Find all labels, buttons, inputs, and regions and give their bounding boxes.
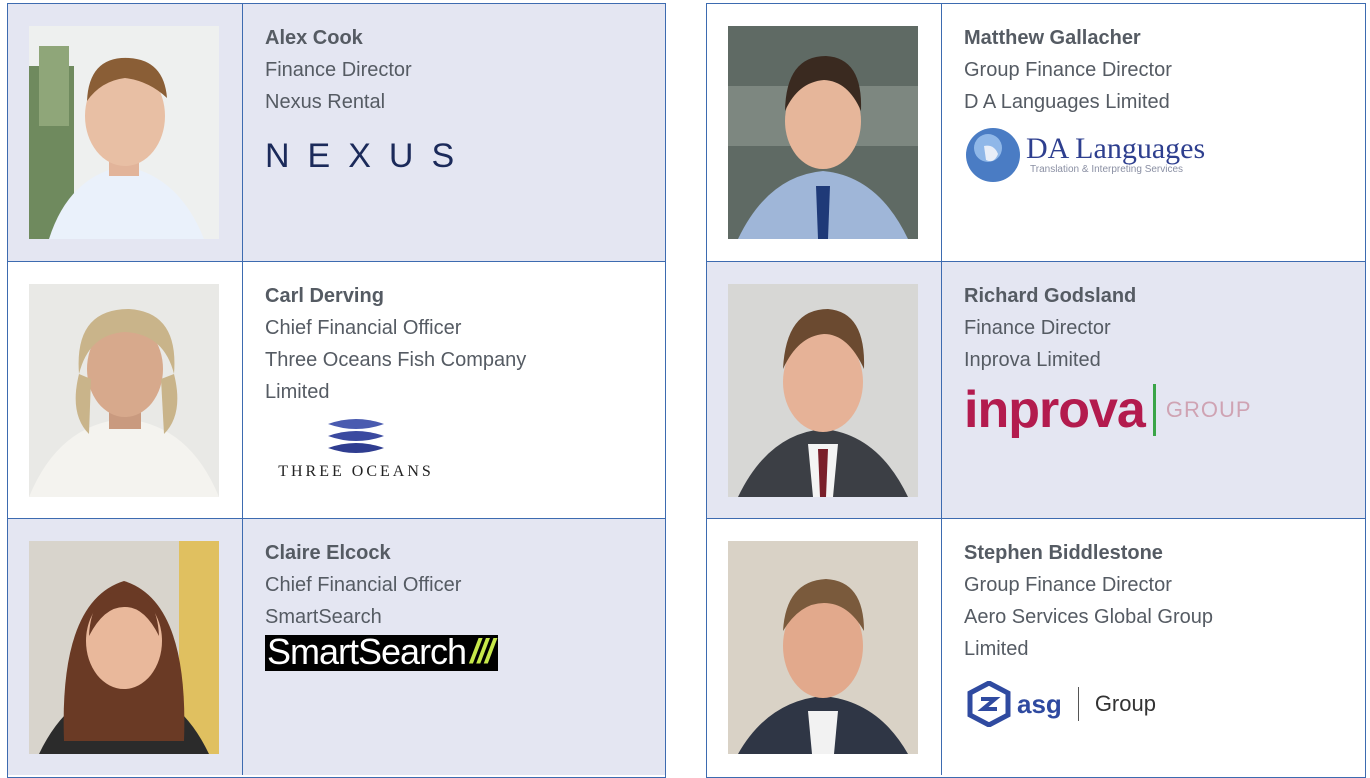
person-company: Nexus Rental [265,91,386,113]
person-title: Finance Director [964,317,1111,339]
inprova-logo-subtext: GROUP [1165,397,1252,422]
asg-logo-text: asg [1017,688,1062,719]
person-card: Richard Godsland Finance Director Inprov… [707,261,1365,518]
person-company: Inprova Limited [964,349,1101,371]
left-column: Alex Cook Finance Director Nexus Rental … [7,3,666,778]
asg-hexagon-icon [967,681,1011,727]
asg-logo-subtext: Group [1094,691,1156,716]
person-photo [728,541,918,754]
da-languages-logo-text: DA Languages [1026,132,1206,165]
person-info: Carl Derving Chief Financial Officer Thr… [243,262,665,518]
person-company: Three Oceans Fish Company [265,349,527,371]
person-photo [29,284,219,497]
inprova-logo-text: inprova [964,381,1146,439]
person-photo [728,284,918,497]
photo-cell [8,4,243,261]
person-name: Carl Derving [265,285,384,307]
person-info: Matthew Gallacher Group Finance Director… [942,4,1365,261]
photo-cell [8,262,243,518]
photo-cell [8,519,243,775]
three-oceans-logo: THREE OCEANS [271,416,441,481]
person-name: Richard Godsland [964,285,1137,307]
person-name: Stephen Biddlestone [964,542,1163,564]
person-company: D A Languages Limited [964,91,1170,113]
person-company-cont: Limited [265,381,330,403]
person-company: SmartSearch [265,606,382,628]
person-name: Claire Elcock [265,542,391,564]
three-oceans-logo-text: THREE OCEANS [278,463,434,480]
person-card: Matthew Gallacher Group Finance Director… [707,4,1365,261]
person-photo [728,26,918,239]
asg-logo: asg Group [967,681,1365,727]
nexus-logo: NEXUS [265,136,473,175]
person-company-cont: Limited [964,638,1029,660]
asg-divider [1077,687,1079,721]
person-title: Group Finance Director [964,574,1172,596]
inprova-divider [1152,384,1156,436]
person-title: Group Finance Director [964,59,1172,81]
da-languages-logo: DA Languages Translation & Interpreting … [964,126,1365,184]
person-name: Matthew Gallacher [964,27,1141,49]
da-languages-logo-subtext: Translation & Interpreting Services [1030,164,1184,175]
person-card: Stephen Biddlestone Group Finance Direct… [707,518,1365,775]
person-title: Chief Financial Officer [265,574,462,596]
person-info: Richard Godsland Finance Director Inprov… [942,262,1365,518]
photo-cell [707,519,942,775]
person-info: Claire Elcock Chief Financial Officer Sm… [243,519,665,775]
right-column: Matthew Gallacher Group Finance Director… [706,3,1366,778]
person-title: Chief Financial Officer [265,317,462,339]
person-card: Alex Cook Finance Director Nexus Rental … [8,4,665,261]
person-name: Alex Cook [265,27,363,49]
person-card: Claire Elcock Chief Financial Officer Sm… [8,518,665,775]
three-oceans-fish-icon [328,419,384,453]
person-company: Aero Services Global Group [964,606,1214,628]
photo-cell [707,4,942,261]
person-photo [29,541,219,754]
smartsearch-logo: SmartSearch /// [265,634,499,671]
person-title: Finance Director [265,59,412,81]
person-photo [29,26,219,239]
person-info: Stephen Biddlestone Group Finance Direct… [942,519,1365,775]
globe-icon [966,128,1020,182]
person-info: Alex Cook Finance Director Nexus Rental … [243,4,665,261]
inprova-logo: inprova GROUP [964,384,1365,436]
photo-cell [707,262,942,518]
person-card: Carl Derving Chief Financial Officer Thr… [8,261,665,518]
